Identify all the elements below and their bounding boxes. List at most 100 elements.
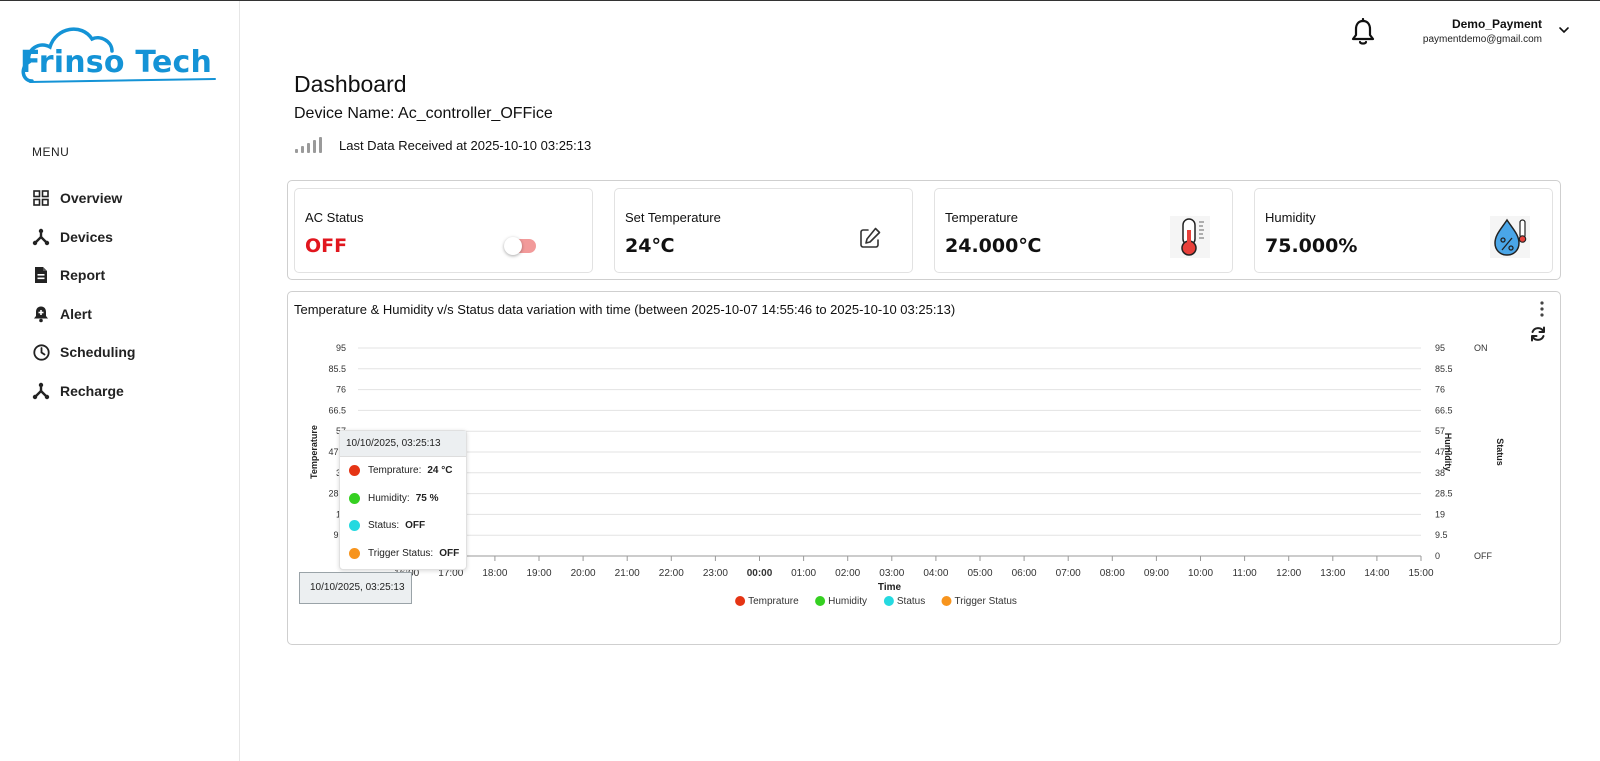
sidebar-item-devices[interactable]: Devices: [32, 218, 135, 257]
tooltip-label: Humidity:: [368, 492, 410, 504]
edit-icon[interactable]: [858, 226, 882, 250]
ac-power-toggle[interactable]: [504, 237, 536, 255]
temperature-card: Temperature 24.000℃: [934, 188, 1233, 273]
temperature-dot-icon: [349, 465, 360, 477]
x-tick-label: 19:00: [526, 568, 551, 579]
x-tick-label: 00:00: [747, 568, 773, 579]
x-tick-label: 21:00: [615, 568, 640, 579]
x-tick-label: 06:00: [1012, 568, 1037, 579]
menu-title: MENU: [32, 145, 70, 159]
status-tick-label: ON: [1474, 343, 1488, 353]
report-icon: [32, 266, 50, 284]
alert-bell-icon: [32, 305, 50, 323]
chart-panel: Temperature & Humidity v/s Status data v…: [287, 291, 1561, 645]
status-cards: AC Status OFF Set Temperature 24℃ Temper…: [287, 180, 1561, 280]
recharge-icon: [32, 382, 50, 400]
legend-marker: [941, 596, 952, 606]
sidebar-item-scheduling[interactable]: Scheduling: [32, 333, 135, 372]
sidebar: Frinso Tech MENU Overview Devices Report…: [0, 1, 240, 761]
tooltip-label: Temprature:: [368, 465, 422, 477]
tooltip-value: OFF: [439, 547, 460, 559]
sidebar-item-alert[interactable]: Alert: [32, 295, 135, 334]
user-name: Demo_Payment: [1451, 17, 1542, 31]
x-tick-label: 05:00: [967, 568, 992, 579]
ac-status-value: OFF: [305, 235, 348, 257]
x-tick-label: 22:00: [659, 568, 684, 579]
y-tick-label-right: 95: [1435, 343, 1445, 353]
tooltip-row-humidity: Humidity: 75 %: [340, 485, 466, 513]
x-tick-label: 14:00: [1364, 568, 1389, 579]
x-tick-label: 11:00: [1232, 568, 1257, 579]
set-temperature-card: Set Temperature 24℃: [614, 188, 913, 273]
trigger-status-dot-icon: [349, 547, 360, 559]
clock-icon: [32, 343, 50, 361]
x-tick-label: 13:00: [1320, 568, 1345, 579]
legend-label: Humidity: [828, 596, 867, 607]
x-tick-label: 18:00: [482, 568, 507, 579]
grid-icon: [32, 189, 50, 207]
humidity-value: 75.000%: [1265, 235, 1358, 257]
x-tick-label: 01:00: [791, 568, 816, 579]
line-chart: 959585.585.5767666.566.5575747.547.53838…: [309, 343, 1505, 607]
tooltip-row-trigger-status: Trigger Status: OFF: [340, 540, 466, 568]
status-tick-label: OFF: [1474, 551, 1492, 561]
last-data-received: Last Data Received at 2025-10-10 03:25:1…: [339, 138, 592, 153]
y-tick-label-right: 66.5: [1435, 405, 1453, 415]
legend-label: Trigger Status: [955, 596, 1017, 607]
sidebar-menu: Overview Devices Report Alert Scheduling: [32, 179, 135, 410]
sidebar-item-overview[interactable]: Overview: [32, 179, 135, 218]
card-label: Set Temperature: [625, 210, 721, 225]
y-axis-title-right: Humidity: [1443, 433, 1453, 472]
x-axis-hover-label: 10/10/2025, 03:25:13: [299, 572, 412, 604]
logo-text: Frinso Tech: [20, 45, 213, 80]
y-tick-label-right: 76: [1435, 385, 1445, 395]
legend-marker: [735, 596, 746, 606]
ac-status-card: AC Status OFF: [294, 188, 593, 273]
tooltip-row-temperature: Temprature: 24 °C: [340, 457, 466, 485]
tooltip-label: Status:: [368, 520, 400, 532]
legend-label: Temprature: [748, 596, 799, 607]
x-tick-label: 02:00: [835, 568, 860, 579]
notification-bell-icon[interactable]: [1350, 18, 1376, 46]
card-label: Humidity: [1265, 210, 1316, 225]
sidebar-item-label: Overview: [60, 190, 123, 207]
legend-label: Status: [897, 596, 925, 607]
y-tick-label-left: 76: [336, 385, 346, 395]
chart-tooltip: 10/10/2025, 03:25:13 Temprature: 24 °C H…: [339, 430, 467, 570]
sidebar-item-recharge[interactable]: Recharge: [32, 372, 135, 411]
tooltip-value: 24 °C: [427, 465, 453, 477]
y-tick-label-left: 85.5: [328, 364, 346, 374]
x-tick-label: 12:00: [1276, 568, 1301, 579]
humidity-dot-icon: [349, 492, 360, 504]
x-tick-label: 23:00: [703, 568, 728, 579]
sidebar-item-label: Devices: [60, 228, 113, 245]
card-label: AC Status: [305, 210, 364, 225]
page-title: Dashboard: [294, 71, 407, 97]
x-axis-title: Time: [878, 582, 902, 593]
humidity-card: Humidity 75.000%: [1254, 188, 1553, 273]
x-tick-label: 20:00: [571, 568, 596, 579]
x-tick-label: 03:00: [879, 568, 904, 579]
x-tick-label: 15:00: [1408, 568, 1433, 579]
devices-icon: [32, 228, 50, 246]
toggle-knob: [504, 237, 522, 255]
temperature-value: 24.000℃: [945, 235, 1042, 257]
tooltip-value: OFF: [405, 520, 426, 532]
chevron-down-icon[interactable]: [1558, 25, 1570, 35]
sidebar-item-report[interactable]: Report: [32, 256, 135, 295]
status-dot-icon: [349, 520, 360, 532]
user-email: paymentdemo@gmail.com: [1422, 34, 1542, 45]
y-tick-label-right: 85.5: [1435, 364, 1453, 374]
sidebar-item-label: Report: [60, 267, 106, 284]
set-temperature-value: 24℃: [625, 235, 675, 257]
x-tick-label: 04:00: [923, 568, 948, 579]
y-tick-label-left: 95: [336, 343, 346, 353]
y-tick-label-right: 9.5: [1435, 530, 1448, 540]
y-axis-title-status: Status: [1495, 438, 1505, 466]
tooltip-time: 10/10/2025, 03:25:13: [340, 431, 466, 457]
signal-strength-icon: [295, 137, 327, 153]
user-menu[interactable]: Demo_Payment paymentdemo@gmail.com: [1423, 17, 1542, 45]
sidebar-item-label: Scheduling: [60, 344, 136, 361]
tooltip-value: 75 %: [415, 492, 439, 504]
x-tick-label: 08:00: [1100, 568, 1125, 579]
